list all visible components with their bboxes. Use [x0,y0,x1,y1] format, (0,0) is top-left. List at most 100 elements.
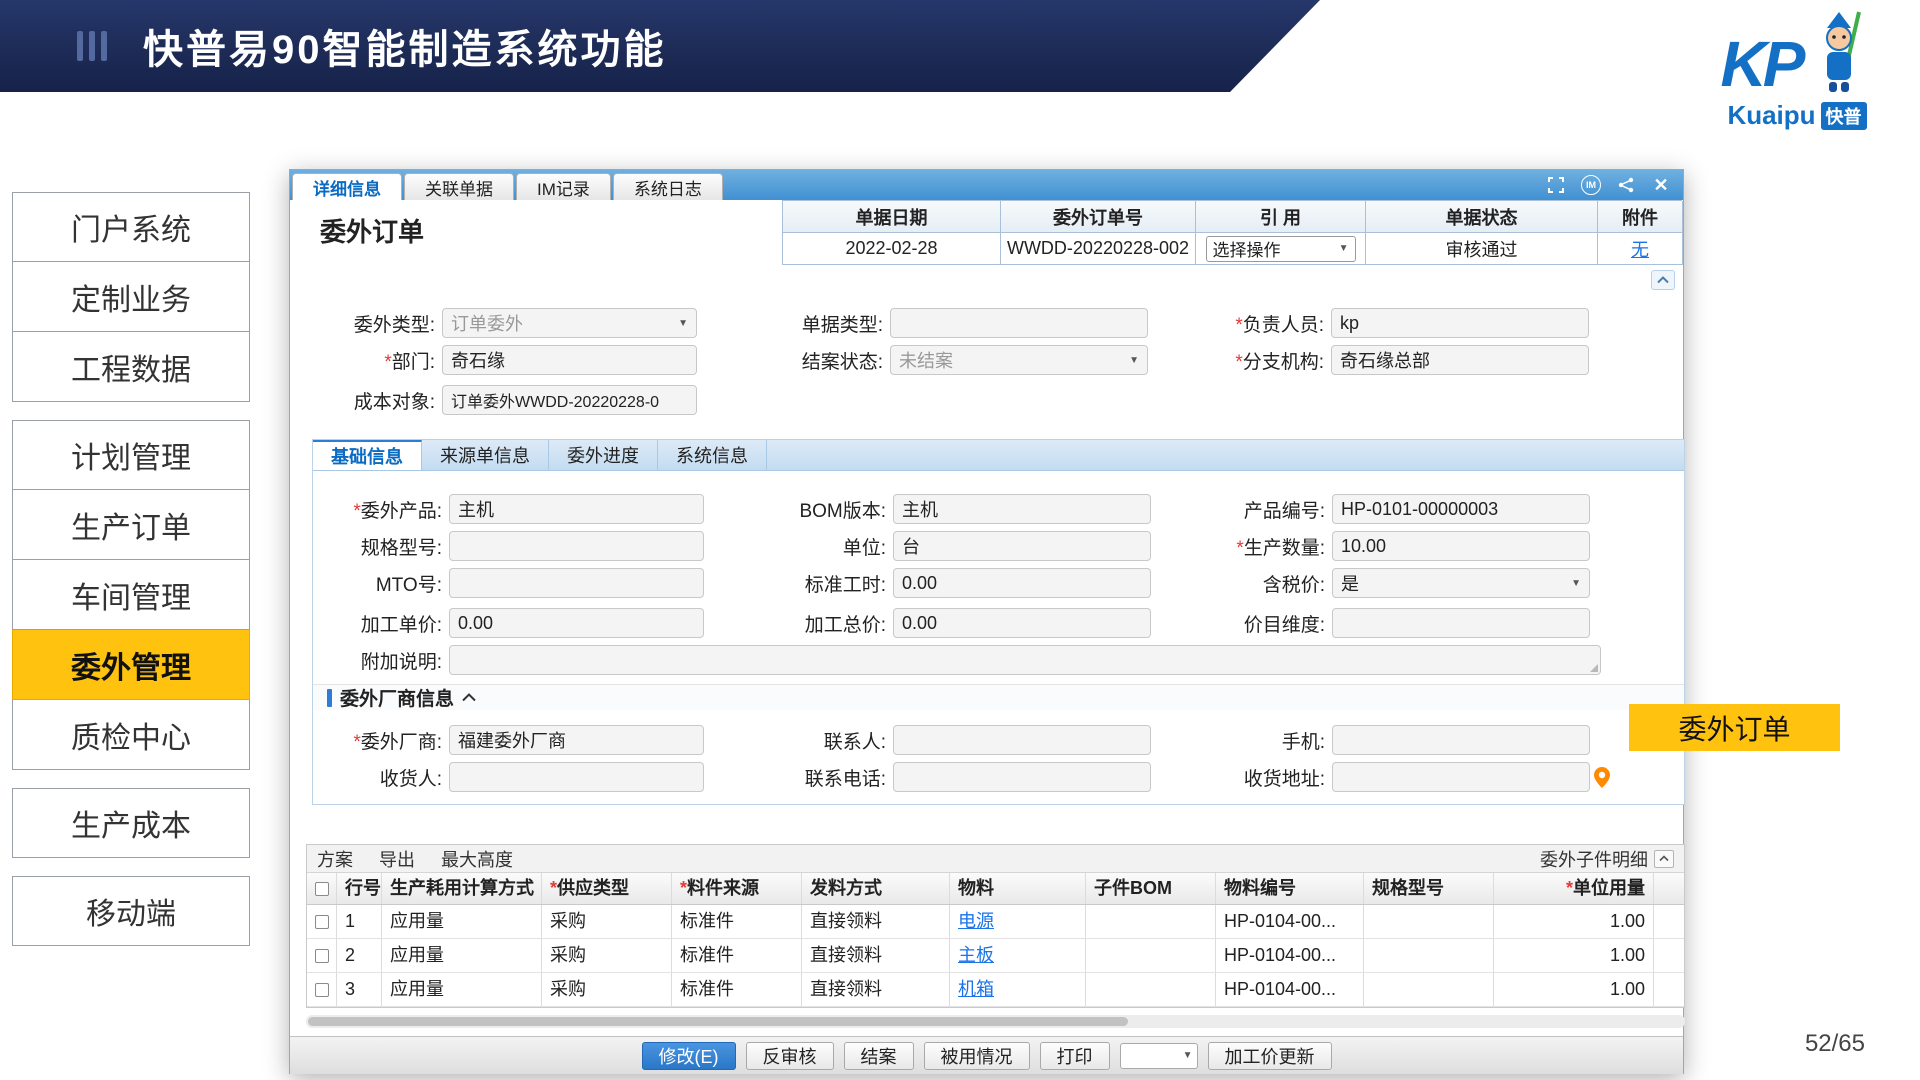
cell-spec-model [1364,973,1494,1006]
tab-detail-info[interactable]: 详细信息 [292,173,402,200]
share-icon[interactable] [1616,175,1636,195]
col-spec-model: 规格型号 [1364,873,1494,904]
material-link[interactable]: 主板 [958,945,994,965]
department-input[interactable]: 奇石缘 [442,345,697,375]
field-label: 手机: [1151,727,1332,754]
sidebar-item-outsourcing-management[interactable]: 委外管理 [12,630,250,700]
process-unit-price-input[interactable]: 0.00 [449,608,704,638]
outsource-type-select[interactable]: 订单委外 ▼ [442,308,697,338]
tab-im-records[interactable]: IM记录 [516,173,611,200]
contact-person-input[interactable] [893,725,1151,755]
sidebar-item-production-order[interactable]: 生产订单 [12,490,250,560]
field-label: 收货地址: [1151,764,1332,791]
delivery-address-input[interactable] [1332,762,1590,792]
subtab-source-doc[interactable]: 来源单信息 [422,440,549,470]
attachment-link[interactable]: 无 [1631,236,1649,262]
close-icon[interactable]: ✕ [1651,175,1671,195]
cell-sub-bom [1086,939,1216,972]
max-height-button[interactable]: 最大高度 [441,846,513,872]
bom-version-input[interactable]: 主机 [893,494,1151,524]
field-label: MTO号: [313,570,449,597]
print-button[interactable]: 打印 [1040,1042,1110,1070]
sidebar: 门户系统 定制业务 工程数据 计划管理 生产订单 车间管理 委外管理 质检中心 … [12,192,250,964]
subtab-system-info[interactable]: 系统信息 [658,440,767,470]
fullscreen-icon[interactable] [1546,175,1566,195]
location-pin-icon[interactable] [1594,767,1610,788]
unit-input[interactable]: 台 [893,531,1151,561]
row-checkbox[interactable] [315,983,329,997]
collapse-header-button[interactable] [1651,270,1675,290]
document-header-table: 单据日期 委外订单号 引 用 单据状态 附件 2022-02-28 WWDD-2… [782,200,1682,265]
tax-included-select[interactable]: 是 ▼ [1332,568,1590,598]
additional-note-textarea[interactable] [449,645,1601,675]
window-footer: 修改(E) 反审核 结案 被用情况 打印 ▼ 加工价更新 [290,1036,1683,1074]
field-label: 加工单价: [313,610,449,637]
spec-model-input[interactable] [449,531,704,561]
scrollbar-thumb[interactable] [308,1017,1128,1026]
mobile-input[interactable] [1332,725,1590,755]
collapse-grid-button[interactable] [1654,850,1674,868]
form-row: *委外产品: 主机 BOM版本: 主机 产品编号: HP-0101-000000… [313,493,1684,525]
more-actions-select[interactable]: ▼ [1120,1043,1198,1069]
sidebar-item-engineering-data[interactable]: 工程数据 [12,332,250,402]
field-close-status: 结案状态: 未结案 ▼ [714,344,1148,376]
cost-object-input[interactable]: 订单委外WWDD-20220228-0 [442,385,697,415]
modify-button[interactable]: 修改(E) [642,1042,736,1070]
responsible-person-input[interactable]: kp [1331,308,1589,338]
unapprove-button[interactable]: 反审核 [746,1042,834,1070]
sidebar-item-mobile[interactable]: 移动端 [12,876,250,946]
sidebar-item-custom-business[interactable]: 定制业务 [12,262,250,332]
im-icon[interactable]: IM [1581,175,1601,195]
plan-button[interactable]: 方案 [317,846,353,872]
receiver-input[interactable] [449,762,704,792]
chevron-down-icon: ▼ [678,318,688,329]
contact-phone-input[interactable] [893,762,1151,792]
standard-hours-input[interactable]: 0.00 [893,568,1151,598]
sidebar-item-production-cost[interactable]: 生产成本 [12,788,250,858]
cell-sub-bom [1086,905,1216,938]
outsource-product-input[interactable]: 主机 [449,494,704,524]
material-link[interactable]: 电源 [958,911,994,931]
subtab-basic-info[interactable]: 基础信息 [313,440,422,470]
reference-action-select[interactable]: 选择操作 ▼ [1206,236,1356,262]
export-button[interactable]: 导出 [379,846,415,872]
product-no-input[interactable]: HP-0101-00000003 [1332,494,1590,524]
process-total-price-input[interactable]: 0.00 [893,608,1151,638]
process-price-update-button[interactable]: 加工价更新 [1208,1042,1332,1070]
page-number: 52/65 [1805,1030,1865,1058]
sidebar-item-quality-center[interactable]: 质检中心 [12,700,250,770]
price-dimension-input[interactable] [1332,608,1590,638]
row-checkbox[interactable] [315,915,329,929]
close-status-select[interactable]: 未结案 ▼ [890,345,1148,375]
close-case-button[interactable]: 结案 [844,1042,914,1070]
table-row[interactable]: 2 应用量 采购 标准件 直接领料 主板 HP-0104-00... 1.00 [307,939,1684,973]
table-row[interactable]: 3 应用量 采购 标准件 直接领料 机箱 HP-0104-00... 1.00 [307,973,1684,1007]
table-row[interactable]: 1 应用量 采购 标准件 直接领料 电源 HP-0104-00... 1.00 [307,905,1684,939]
tab-related-documents[interactable]: 关联单据 [404,173,514,200]
tab-system-log[interactable]: 系统日志 [613,173,723,200]
sidebar-item-workshop-management[interactable]: 车间管理 [12,560,250,630]
horizontal-scrollbar[interactable] [306,1015,1685,1028]
order-no-value: WWDD-20220228-002 [1001,233,1196,265]
production-qty-input[interactable]: 10.00 [1332,531,1590,561]
form-row: *委外厂商: 福建委外厂商 联系人: 手机: [313,724,1684,756]
field-mobile: 手机: [1151,724,1590,756]
select-all-checkbox[interactable] [315,882,329,896]
chevron-up-icon[interactable] [462,693,476,702]
doc-type-input[interactable] [890,308,1148,338]
branch-org-input[interactable]: 奇石缘总部 [1331,345,1589,375]
mto-no-input[interactable] [449,568,704,598]
usage-button[interactable]: 被用情况 [924,1042,1030,1070]
outsource-vendor-input[interactable]: 福建委外厂商 [449,725,704,755]
material-link[interactable]: 机箱 [958,979,994,999]
cell-spec-model [1364,939,1494,972]
row-checkbox[interactable] [315,949,329,963]
field-tax-included-price: 含税价: 是 ▼ [1151,567,1590,599]
sidebar-item-plan-management[interactable]: 计划管理 [12,420,250,490]
subtab-outsource-progress[interactable]: 委外进度 [549,440,658,470]
sidebar-item-portal-system[interactable]: 门户系统 [12,192,250,262]
form-row: 收货人: 联系电话: 收货地址: [313,761,1684,793]
resize-handle[interactable] [1590,664,1598,672]
window-tabbar: 详细信息 关联单据 IM记录 系统日志 IM ✕ [290,170,1683,200]
cell-issue-method: 直接领料 [802,973,950,1006]
